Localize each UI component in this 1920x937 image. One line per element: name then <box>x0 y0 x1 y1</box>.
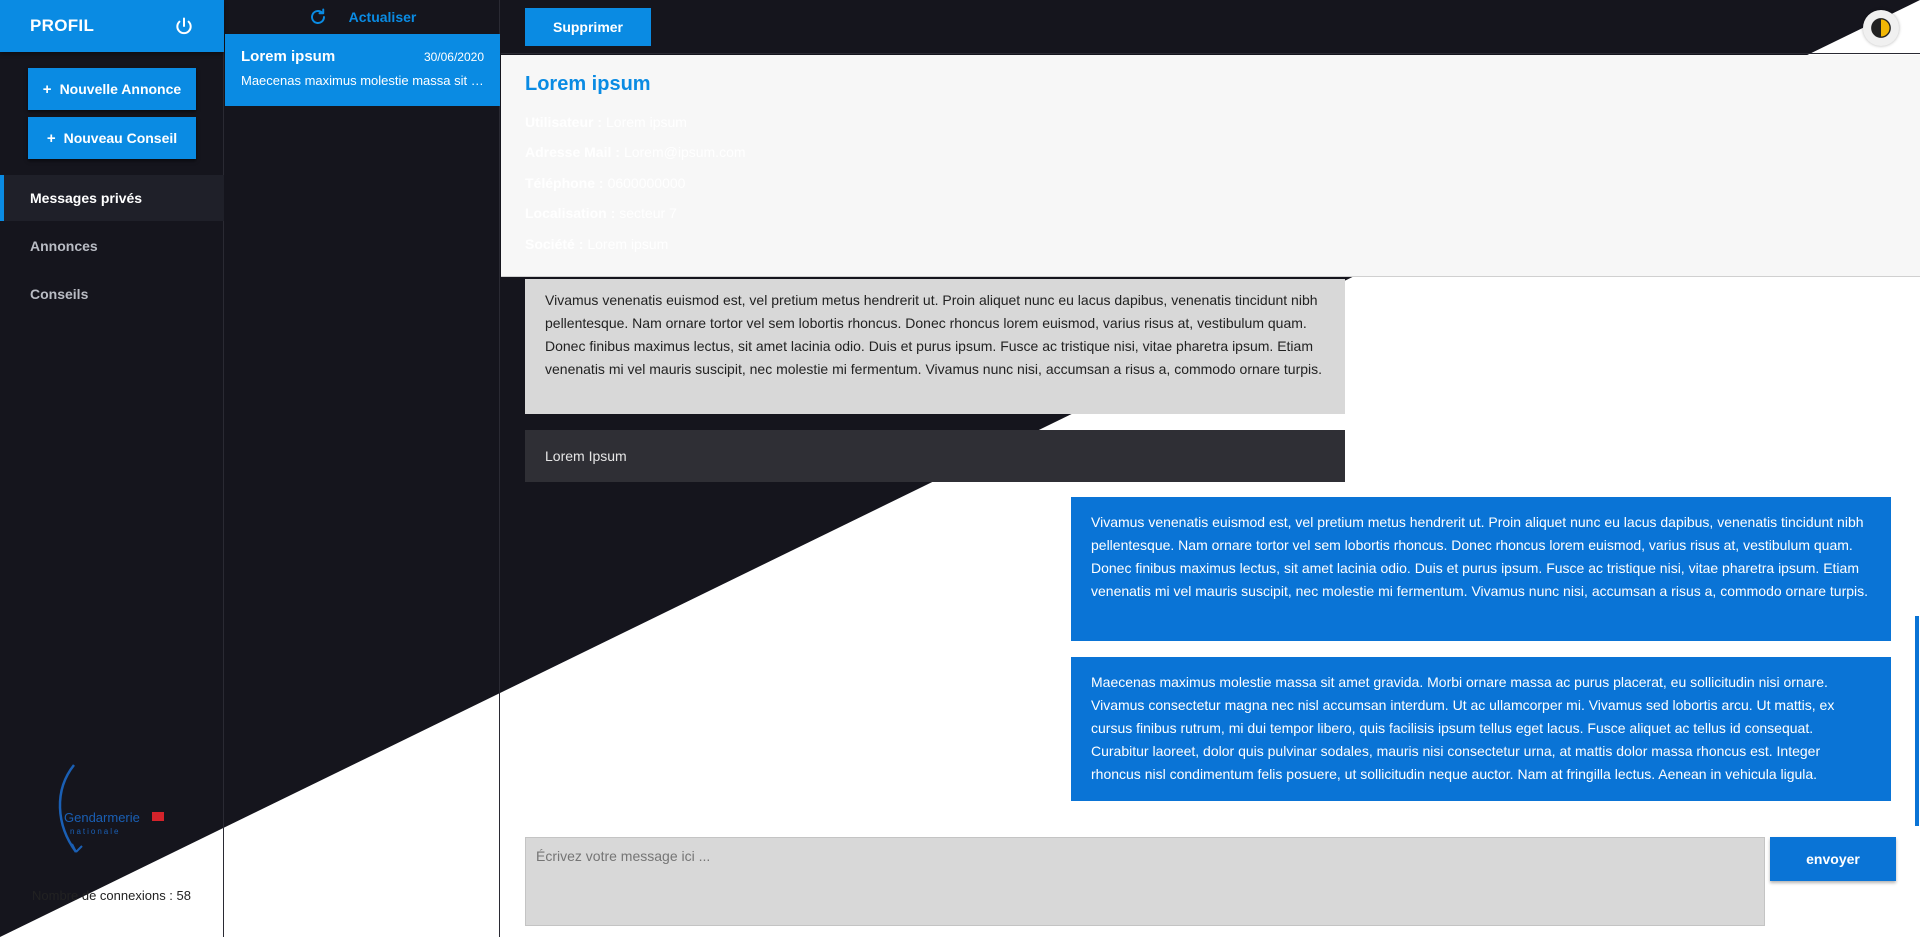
contact-phone-label: Téléphone : <box>525 175 604 191</box>
conversation-name: Lorem ipsum <box>241 48 336 65</box>
nav-item-announcements[interactable]: Annonces <box>0 223 224 269</box>
contact-user-label: Utilisateur : <box>525 114 603 130</box>
conversation-preview: Maecenas maximus molestie massa sit amet… <box>241 73 484 88</box>
new-advice-button[interactable]: + Nouveau Conseil <box>28 117 196 159</box>
main-panel: Supprimer Lorem ipsum Utilisateur : Lorem… <box>501 0 1920 937</box>
connections-count: Nombre de connexions : 58 <box>32 888 191 903</box>
nav-item-label: Conseils <box>30 286 89 302</box>
app-root: PROFIL + Nouvelle Annonce + Nouveau Cons… <box>0 0 1920 937</box>
logo-text-sub: nationale <box>70 827 120 836</box>
nav-item-label: Annonces <box>30 238 98 254</box>
contact-user-value: Lorem ipsum <box>606 114 687 130</box>
new-advice-label: Nouveau Conseil <box>63 130 178 146</box>
contact-email-label: Adresse Mail : <box>525 144 620 160</box>
plus-icon: + <box>46 129 56 147</box>
profile-header[interactable]: PROFIL <box>0 0 224 52</box>
contact-company-row: Société : Lorem ipsum <box>525 236 668 252</box>
nav-item-advice[interactable]: Conseils <box>0 271 224 317</box>
new-announcement-button[interactable]: + Nouvelle Annonce <box>28 68 196 110</box>
message-outgoing: Vivamus venenatis euismod est, vel preti… <box>1071 497 1891 641</box>
contact-location-row: Localisation : secteur 7 <box>525 205 677 221</box>
contact-phone-value: 0600000000 <box>607 175 686 191</box>
contact-info-panel: Lorem ipsum Utilisateur : Lorem ipsum Adr… <box>501 55 1920 277</box>
message-incoming: Vivamus venenatis euismod est, vel preti… <box>525 279 1345 414</box>
sidebar: PROFIL + Nouvelle Annonce + Nouveau Cons… <box>0 0 224 937</box>
contact-user-row: Utilisateur : Lorem ipsum <box>525 114 687 130</box>
theme-toggle-icon <box>1871 18 1891 38</box>
delete-button[interactable]: Supprimer <box>525 8 651 46</box>
gendarmerie-logo: Gendarmerie nationale <box>58 764 164 853</box>
contact-location-value: secteur 7 <box>619 205 677 221</box>
refresh-button[interactable]: Actualiser <box>225 0 500 34</box>
new-announcement-label: Nouvelle Annonce <box>59 81 182 97</box>
conversation-list: Actualiser Lorem ipsum 30/06/2020 Maecen… <box>225 0 500 937</box>
contact-company-value: Lorem ipsum <box>587 236 669 252</box>
plus-icon: + <box>42 80 52 98</box>
contact-phone-row: Téléphone :0600000000 <box>525 175 685 191</box>
conversation-item[interactable]: Lorem ipsum 30/06/2020 Maecenas maximus … <box>225 34 500 106</box>
message-input[interactable] <box>525 837 1765 926</box>
send-button[interactable]: envoyer <box>1770 837 1896 881</box>
message-incoming: Lorem Ipsum <box>525 430 1345 482</box>
contact-title: Lorem ipsum <box>525 73 651 95</box>
top-toolbar: Supprimer <box>501 0 1920 54</box>
scrollbar-thumb[interactable] <box>1915 616 1919 826</box>
message-outgoing: Maecenas maximus molestie massa sit amet… <box>1071 657 1891 801</box>
refresh-icon <box>310 8 325 24</box>
contact-location-label: Localisation : <box>525 205 616 221</box>
logo-text-main: Gendarmerie <box>64 810 140 825</box>
nav-item-label: Messages privés <box>30 190 143 206</box>
nav-item-private-messages[interactable]: Messages privés <box>0 175 224 221</box>
power-icon[interactable] <box>174 16 194 36</box>
contact-email-value: Lorem@ipsum.com <box>623 144 746 160</box>
contact-email-row: Adresse Mail : Lorem@ipsum.com <box>525 144 746 160</box>
theme-toggle-button[interactable] <box>1863 10 1899 46</box>
refresh-label: Actualiser <box>348 9 417 25</box>
contact-company-label: Société : <box>525 236 584 252</box>
conversation-date: 30/06/2020 <box>423 50 484 64</box>
profile-title: PROFIL <box>30 16 95 35</box>
